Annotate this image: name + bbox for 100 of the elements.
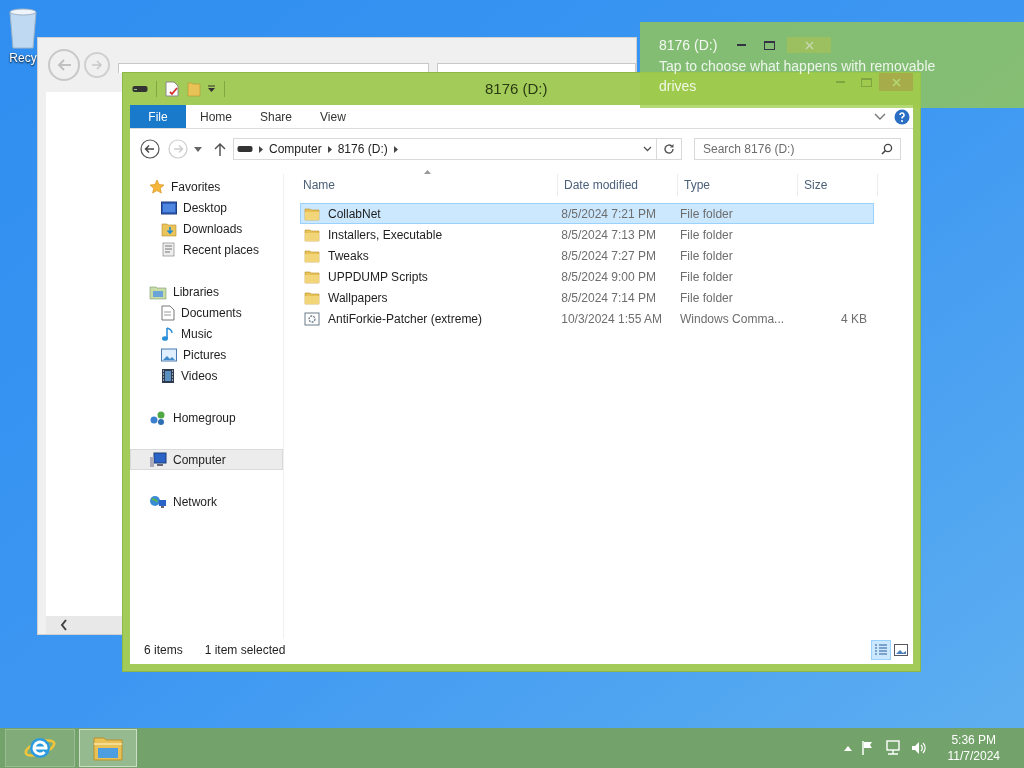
file-name: Tweaks	[328, 247, 369, 265]
sort-ascending-icon	[424, 170, 431, 174]
forward-button[interactable]	[168, 139, 188, 159]
date-modified-cell-text: 8/5/2024 9:00 PM	[560, 268, 657, 286]
desktop-icon	[161, 200, 177, 215]
folder-icon	[304, 290, 320, 305]
file-name: Installers, Executable	[328, 226, 443, 244]
show-hidden-icons-icon[interactable]	[843, 745, 852, 751]
nav-item[interactable]: Videos	[130, 365, 283, 386]
file-row[interactable]: CollabNet 8/5/2024 7:21 PM File folder	[300, 203, 874, 224]
properties-icon	[165, 81, 179, 97]
maximize-icon	[764, 40, 776, 50]
recent-places-icon	[161, 241, 177, 258]
up-arrow-icon[interactable]	[214, 142, 226, 156]
file-row[interactable]: Installers, Executable 8/5/2024 7:13 PM File folder	[300, 224, 874, 245]
computer-icon	[149, 451, 167, 468]
type-cell-text: File folder	[679, 247, 734, 265]
forward-arrow-icon	[90, 60, 103, 70]
type-cell-text: File folder	[679, 226, 734, 244]
back-button[interactable]	[140, 139, 160, 159]
browser-tab[interactable]	[436, 63, 636, 73]
address-bar[interactable]: Computer 8176 (D:)	[233, 138, 657, 160]
search-icon[interactable]	[881, 143, 893, 155]
nav-item[interactable]: Music	[130, 323, 283, 344]
file-row[interactable]: UPPDUMP Scripts 8/5/2024 9:00 PM File folder	[300, 266, 874, 287]
folder-icon	[304, 269, 320, 284]
expand-ribbon-icon[interactable]	[874, 112, 886, 121]
recent-locations-caret-icon[interactable]	[194, 146, 202, 152]
nav-item[interactable]: Recent places	[130, 239, 283, 260]
details-view-icon	[874, 644, 888, 656]
help-icon[interactable]	[894, 108, 910, 125]
customize-dropdown-icon	[207, 85, 216, 93]
nav-item[interactable]: Pictures	[130, 344, 283, 365]
column-header[interactable]: Name	[300, 174, 558, 196]
network-icon	[149, 493, 167, 510]
date-modified-cell-text: 8/5/2024 7:27 PM	[560, 247, 657, 265]
breadcrumb-item[interactable]: Computer	[269, 140, 322, 158]
clock-time: 5:36 PM	[951, 732, 997, 748]
breadcrumb-item[interactable]: 8176 (D:)	[337, 140, 388, 158]
nav-item[interactable]: Documents	[130, 302, 283, 323]
network-icon[interactable]	[883, 740, 902, 756]
address-dropdown-icon[interactable]	[643, 146, 652, 152]
nav-item[interactable]: Homegroup	[130, 407, 283, 428]
date-modified-cell-text: 8/5/2024 7:14 PM	[560, 289, 657, 307]
back-arrow-icon	[55, 58, 72, 72]
downloads-folder-icon	[161, 220, 177, 237]
nav-item[interactable]: Network	[130, 491, 283, 512]
drive-icon	[237, 145, 253, 153]
picture-icon	[161, 347, 177, 362]
ribbon-tab[interactable]: View	[306, 105, 360, 128]
drive-icon	[132, 85, 148, 93]
star-icon	[149, 178, 165, 195]
column-header[interactable]: Size	[798, 174, 878, 196]
file-name: CollabNet	[328, 205, 381, 223]
nav-item[interactable]: Favorites	[130, 176, 283, 197]
type-cell-text: Windows Comma...	[679, 310, 786, 328]
date-modified-cell-text: 8/5/2024 7:13 PM	[560, 226, 657, 244]
nav-item[interactable]: Desktop	[130, 197, 283, 218]
notification-title: 8176 (D:)	[659, 36, 718, 54]
refresh-icon	[663, 143, 675, 155]
clock-date: 11/7/2024	[947, 748, 1000, 764]
script-file-icon	[304, 310, 320, 327]
date-modified-cell-text: 8/5/2024 7:21 PM	[560, 205, 657, 223]
file-row[interactable]: AntiForkie-Patcher (extreme) 10/3/2024 1:55 AM Windows Comma... 4 KB	[300, 308, 874, 329]
size-cell-text: 4 KB	[840, 310, 868, 328]
new-folder-icon	[187, 81, 201, 97]
nav-item[interactable]: Computer	[130, 449, 283, 470]
nav-item[interactable]: Libraries	[130, 281, 283, 302]
breadcrumb-arrow-icon[interactable]	[327, 145, 332, 153]
film-icon	[161, 367, 175, 384]
libraries-icon	[149, 283, 167, 300]
breadcrumb-arrow-icon[interactable]	[259, 145, 263, 153]
refresh-button[interactable]	[657, 138, 682, 160]
file-tab[interactable]: File	[130, 105, 186, 128]
type-cell-text: File folder	[679, 268, 734, 286]
column-header[interactable]: Date modified	[558, 174, 678, 196]
notification-message: Tap to choose what happens with removable drives	[659, 57, 937, 96]
file-row[interactable]: Tweaks 8/5/2024 7:27 PM File folder	[300, 245, 874, 266]
large-icons-view-icon[interactable]	[894, 644, 908, 656]
column-header[interactable]: Type	[678, 174, 798, 196]
address-bar[interactable]	[117, 63, 429, 73]
speaker-icon[interactable]	[909, 740, 928, 756]
file-row[interactable]: Wallpapers 8/5/2024 7:14 PM File folder	[300, 287, 874, 308]
folder-icon	[92, 734, 124, 762]
breadcrumb-arrow-icon[interactable]	[393, 145, 398, 153]
file-name: Wallpapers	[328, 289, 388, 307]
file-name: UPPDUMP Scripts	[328, 268, 428, 286]
close-icon	[804, 40, 814, 50]
window-title: 8176 (D:)	[485, 78, 548, 99]
scroll-left-icon	[60, 619, 68, 631]
search-field[interactable]: Search 8176 (D:)	[694, 138, 901, 160]
file-name: AntiForkie-Patcher (extreme)	[328, 310, 483, 328]
horizontal-scrollbar[interactable]	[46, 616, 123, 634]
taskbar-button[interactable]	[79, 729, 137, 767]
date-modified-cell-text: 10/3/2024 1:55 AM	[560, 310, 663, 328]
taskbar-button[interactable]	[5, 729, 75, 767]
nav-item[interactable]: Downloads	[130, 218, 283, 239]
ribbon-tab[interactable]: Home	[186, 105, 246, 128]
ribbon-tab[interactable]: Share	[246, 105, 307, 128]
selection-status: 1 item selected	[204, 642, 286, 659]
